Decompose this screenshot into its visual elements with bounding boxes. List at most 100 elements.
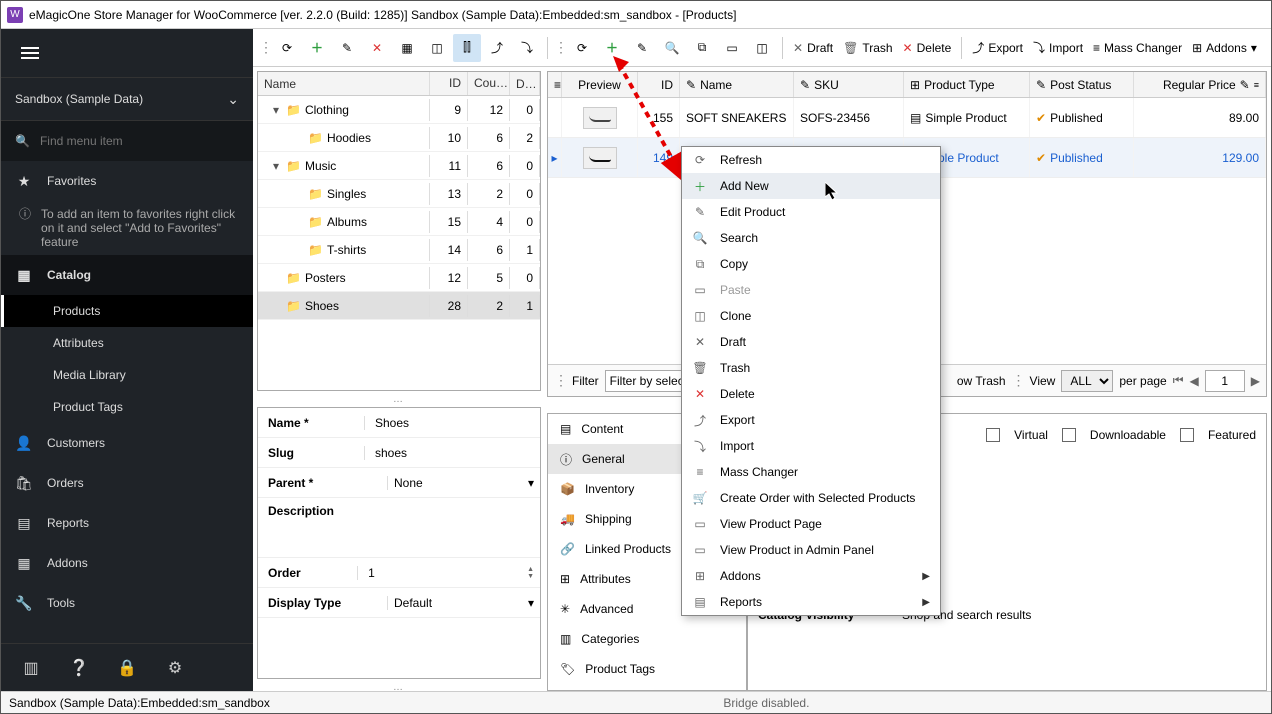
dropdown-icon[interactable]: ▾ [528, 476, 534, 490]
archive-icon[interactable]: ▥ [21, 658, 41, 678]
store-selector[interactable]: Sandbox (Sample Data) ⌄ [1, 77, 253, 121]
copy-prod-button[interactable]: ⧉ [688, 34, 716, 62]
menu-export[interactable]: ⤴Export [682, 407, 940, 433]
menu-search[interactable]: 🔍Search [682, 225, 940, 251]
menu-delete[interactable]: ✕Delete [682, 381, 940, 407]
menu-mass-changer[interactable]: ≡Mass Changer [682, 459, 940, 485]
grid-icon: ▦ [15, 555, 33, 572]
prev-page-icon[interactable]: ◀ [1190, 374, 1199, 388]
order-spinner[interactable]: ▲▼ [527, 566, 534, 580]
search-prod-button[interactable]: 🔍 [658, 34, 686, 62]
lock-icon[interactable]: 🔒 [117, 658, 137, 678]
featured-checkbox[interactable] [1180, 428, 1194, 442]
menu-search-input[interactable] [40, 134, 200, 148]
drag-handle-2[interactable]: ⋮ [554, 39, 566, 56]
menu-view-product-page[interactable]: ▭View Product Page [682, 511, 940, 537]
nav-customers[interactable]: 👤Customers [1, 423, 253, 463]
menu-reports[interactable]: ▤Reports▶ [682, 589, 940, 615]
collapse-button[interactable]: ◫ [423, 34, 451, 62]
wrench-icon: 🔧 [15, 595, 33, 612]
gear-icon[interactable]: ⚙ [165, 658, 185, 678]
tab-icon: 🔗 [560, 542, 575, 556]
hamburger-button[interactable] [1, 29, 253, 77]
paste-prod-button[interactable]: ▭ [718, 34, 746, 62]
menu-create-order-with-selected-products[interactable]: 🛒Create Order with Selected Products [682, 485, 940, 511]
category-row[interactable]: 📁Shoes2821 [258, 292, 540, 320]
drag-handle[interactable]: ⋮ [554, 372, 566, 389]
product-row[interactable]: 155SOFT SNEAKERSSOFS-23456▤ Simple Produ… [548, 98, 1266, 138]
draft-button[interactable]: ✕Draft [789, 34, 837, 62]
dropdown-icon[interactable]: ▾ [528, 596, 534, 610]
nav-media[interactable]: Media Library [1, 359, 253, 391]
menu-copy[interactable]: ⧉Copy [682, 251, 940, 277]
next-page-icon[interactable]: ▶ [1251, 374, 1260, 388]
category-row[interactable]: 📁Singles1320 [258, 180, 540, 208]
import-button[interactable]: ⤵Import [1029, 34, 1087, 62]
category-row[interactable]: 📁Albums1540 [258, 208, 540, 236]
menu-search[interactable]: 🔍 [1, 121, 253, 161]
import-cat-button[interactable]: ⤵ [513, 34, 541, 62]
nav-addons[interactable]: ▦Addons [1, 543, 253, 583]
menu-addons[interactable]: ⊞Addons▶ [682, 563, 940, 589]
split-button[interactable]: ⫿⫿ [453, 34, 481, 62]
drag-handle[interactable]: ⋮ [259, 39, 271, 56]
category-row[interactable]: ▾📁Clothing9120 [258, 96, 540, 124]
addons-button[interactable]: ⊞Addons▾ [1188, 34, 1261, 62]
menu-trash[interactable]: 🗑Trash [682, 355, 940, 381]
expand-icon[interactable]: ▾ [270, 159, 282, 173]
prop-name-input[interactable] [371, 412, 534, 434]
virtual-checkbox[interactable] [986, 428, 1000, 442]
prop-slug-input[interactable] [371, 442, 534, 464]
nav-favorites[interactable]: ★Favorites [1, 161, 253, 201]
first-page-icon[interactable]: ⏮ [1173, 373, 1184, 388]
detail-tab-categories[interactable]: ▥Categories [548, 624, 746, 654]
clone-prod-button[interactable]: ◫ [748, 34, 776, 62]
detail-tab-product-tags[interactable]: 🏷Product Tags [548, 654, 746, 684]
trash-button[interactable]: 🗑Trash [839, 34, 896, 62]
splitter-horizontal[interactable]: … [257, 395, 541, 403]
delete-cat-button[interactable]: ✕ [363, 34, 391, 62]
page-input[interactable] [1205, 370, 1245, 392]
edit-button[interactable]: ✎ [333, 34, 361, 62]
nav-reports[interactable]: ▤Reports [1, 503, 253, 543]
help-icon[interactable]: ❔ [69, 658, 89, 678]
menu-icon: 🗑 [692, 361, 708, 375]
nav-attributes[interactable]: Attributes [1, 327, 253, 359]
refresh-prod-button[interactable]: ⟳ [568, 34, 596, 62]
menu-add-new[interactable]: ＋Add New [682, 173, 940, 199]
nav-tools[interactable]: 🔧Tools [1, 583, 253, 623]
prop-order-input[interactable] [364, 562, 527, 584]
menu-clone[interactable]: ◫Clone [682, 303, 940, 329]
refresh-button[interactable]: ⟳ [273, 34, 301, 62]
view-select[interactable]: ALL [1061, 370, 1113, 392]
calendar-button[interactable]: ▦ [393, 34, 421, 62]
delete-button[interactable]: ✕Delete [899, 34, 956, 62]
menu-edit-product[interactable]: ✎Edit Product [682, 199, 940, 225]
category-row[interactable]: 📁T-shirts1461 [258, 236, 540, 264]
category-row[interactable]: ▾📁Music1160 [258, 152, 540, 180]
expand-icon[interactable]: ▾ [270, 103, 282, 117]
export-button[interactable]: ⤴Export [968, 34, 1027, 62]
mass-changer-button[interactable]: ≡Mass Changer [1089, 34, 1186, 62]
status-left: Sandbox (Sample Data):Embedded:sm_sandbo… [9, 696, 270, 710]
category-row[interactable]: 📁Hoodies1062 [258, 124, 540, 152]
menu-view-product-in-admin-panel[interactable]: ▭View Product in Admin Panel [682, 537, 940, 563]
nav-tags[interactable]: Product Tags [1, 391, 253, 423]
menu-import[interactable]: ⤵Import [682, 433, 940, 459]
menu-refresh[interactable]: ⟳Refresh [682, 147, 940, 173]
category-tree[interactable]: Name ID Cou… D…≡ ▾📁Clothing9120📁Hoodies1… [257, 71, 541, 391]
category-row[interactable]: 📁Posters1250 [258, 264, 540, 292]
nav-products[interactable]: Products [1, 295, 253, 327]
edit-prod-button[interactable]: ✎ [628, 34, 656, 62]
export-cat-button[interactable]: ⤴ [483, 34, 511, 62]
chevron-down-icon: ⌄ [227, 91, 239, 108]
splitter-bottom[interactable]: … [257, 683, 541, 691]
downloadable-checkbox[interactable] [1062, 428, 1076, 442]
nav-catalog[interactable]: ▦Catalog [1, 255, 253, 295]
menu-draft[interactable]: ✕Draft [682, 329, 940, 355]
menu-icon: ≡ [692, 465, 708, 479]
add-button[interactable]: ＋ [303, 34, 331, 62]
folder-icon: 📁 [286, 271, 301, 285]
add-prod-button[interactable]: ＋ [598, 34, 626, 62]
nav-orders[interactable]: 🛍Orders [1, 463, 253, 503]
